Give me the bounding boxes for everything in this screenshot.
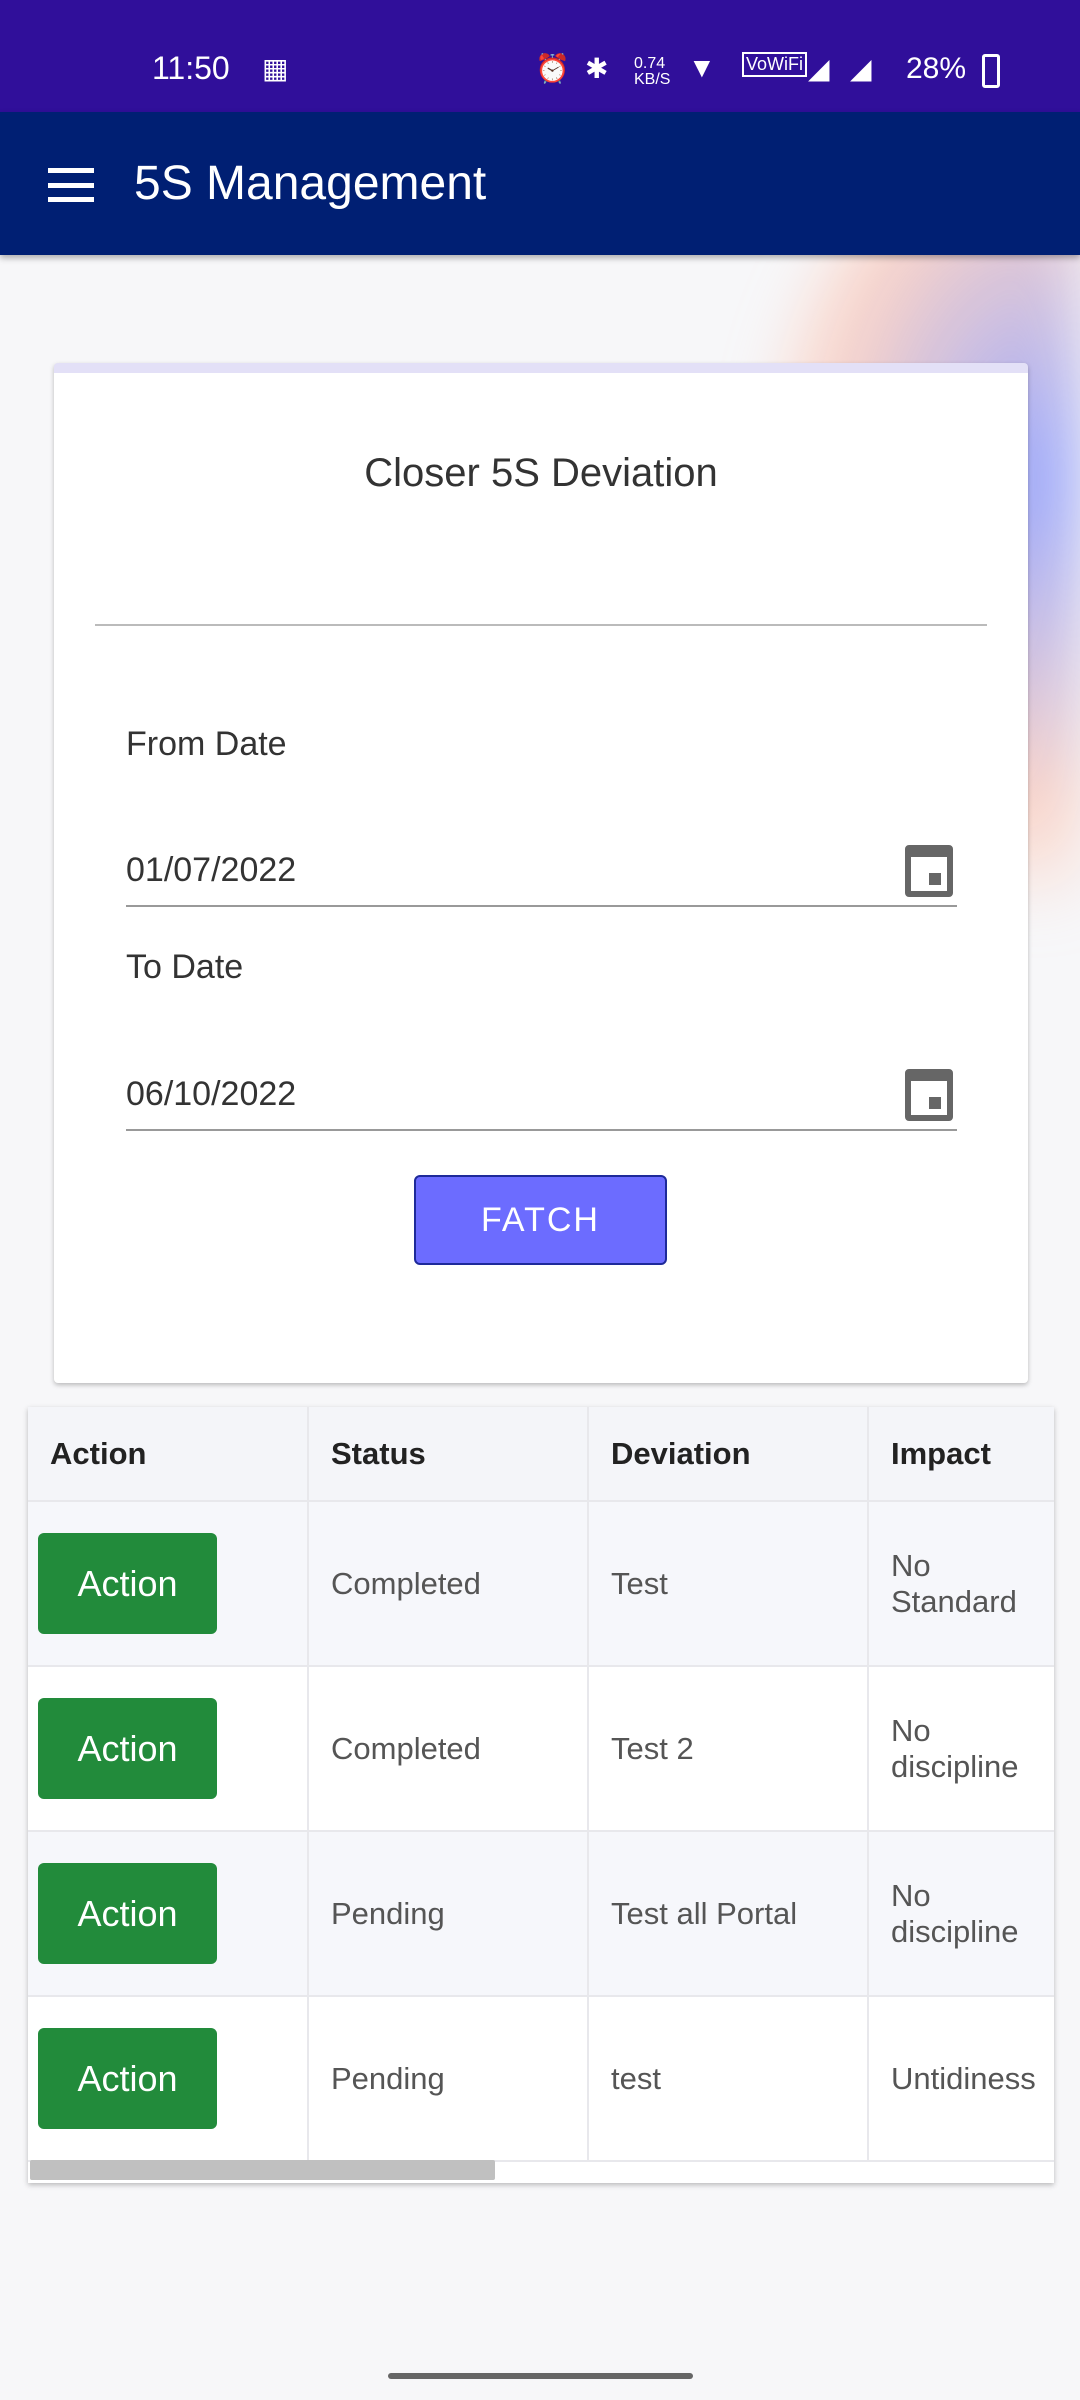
divider: [95, 624, 987, 626]
net-speed: 0.74 KB/S: [634, 55, 671, 88]
impact-cell: No discipline: [869, 1667, 1054, 1832]
deviation-cell: test: [589, 1997, 869, 2162]
action-cell: Action: [28, 1502, 309, 1667]
header-action: Action: [28, 1407, 309, 1502]
from-date-field[interactable]: 01/07/2022: [126, 837, 957, 907]
action-button[interactable]: Action: [38, 1863, 217, 1964]
impact-cell: No Standard: [869, 1502, 1054, 1667]
status-cell: Completed: [309, 1667, 589, 1832]
impact-cell: No discipline: [869, 1832, 1054, 1997]
deviation-cell: Test all Portal: [589, 1832, 869, 1997]
wifi-icon: ▼: [688, 52, 716, 83]
vowifi-icon: VoWiFi: [742, 52, 808, 77]
action-cell: Action: [28, 1832, 309, 1997]
header-status: Status: [309, 1407, 589, 1502]
date-filter-card: Closer 5S Deviation From Date 01/07/2022…: [54, 363, 1028, 1383]
action-button[interactable]: Action: [38, 2028, 217, 2129]
deviation-cell: Test: [589, 1502, 869, 1667]
impact-cell: Untidiness: [869, 1997, 1054, 2162]
battery-icon: [982, 54, 1000, 88]
fetch-button[interactable]: FATCH: [414, 1175, 667, 1265]
status-cell: Completed: [309, 1502, 589, 1667]
calendar-icon[interactable]: [905, 845, 953, 897]
bluetooth-icon: ✱: [585, 53, 609, 84]
app-title: 5S Management: [134, 157, 487, 210]
status-bar: 11:50 ▦ ⏰ ✱ 0.74 KB/S ▼ VoWiFi ◢ ◢ 28%: [0, 0, 1080, 112]
to-date-field[interactable]: 06/10/2022: [126, 1061, 957, 1131]
table-row: Action Completed Test No Standard: [28, 1502, 1054, 1667]
battery-text: 28%: [906, 52, 967, 85]
to-date-label: To Date: [126, 948, 244, 986]
table-row: Action Pending Test all Portal No discip…: [28, 1832, 1054, 1997]
calendar-icon[interactable]: [905, 1069, 953, 1121]
app-bar: 5S Management: [0, 112, 1080, 255]
form-title: Closer 5S Deviation: [364, 451, 718, 495]
sim-toolkit-icon: ▦: [262, 53, 289, 84]
table-row: Action Pending test Untidiness: [28, 1997, 1054, 2162]
action-button[interactable]: Action: [38, 1698, 217, 1799]
action-button[interactable]: Action: [38, 1533, 217, 1634]
signal-icon: ◢: [850, 53, 872, 84]
to-date-value: 06/10/2022: [126, 1075, 297, 1113]
horizontal-scrollbar[interactable]: [30, 2160, 495, 2180]
from-date-value: 01/07/2022: [126, 851, 297, 889]
table-header: Action Status Deviation Impact: [28, 1407, 1054, 1502]
header-impact: Impact: [869, 1407, 1054, 1502]
deviation-cell: Test 2: [589, 1667, 869, 1832]
signal-icon: ◢: [808, 53, 830, 84]
status-time: 11:50: [152, 50, 230, 86]
home-indicator[interactable]: [388, 2373, 693, 2379]
header-deviation: Deviation: [589, 1407, 869, 1502]
from-date-label: From Date: [126, 725, 287, 763]
alarm-icon: ⏰: [535, 53, 570, 84]
table-row: Action Completed Test 2 No discipline: [28, 1667, 1054, 1832]
hamburger-menu-icon[interactable]: [48, 168, 94, 202]
status-cell: Pending: [309, 1832, 589, 1997]
action-cell: Action: [28, 1997, 309, 2162]
status-cell: Pending: [309, 1997, 589, 2162]
action-cell: Action: [28, 1667, 309, 1832]
deviation-table: Action Status Deviation Impact Action Co…: [28, 1407, 1054, 2183]
